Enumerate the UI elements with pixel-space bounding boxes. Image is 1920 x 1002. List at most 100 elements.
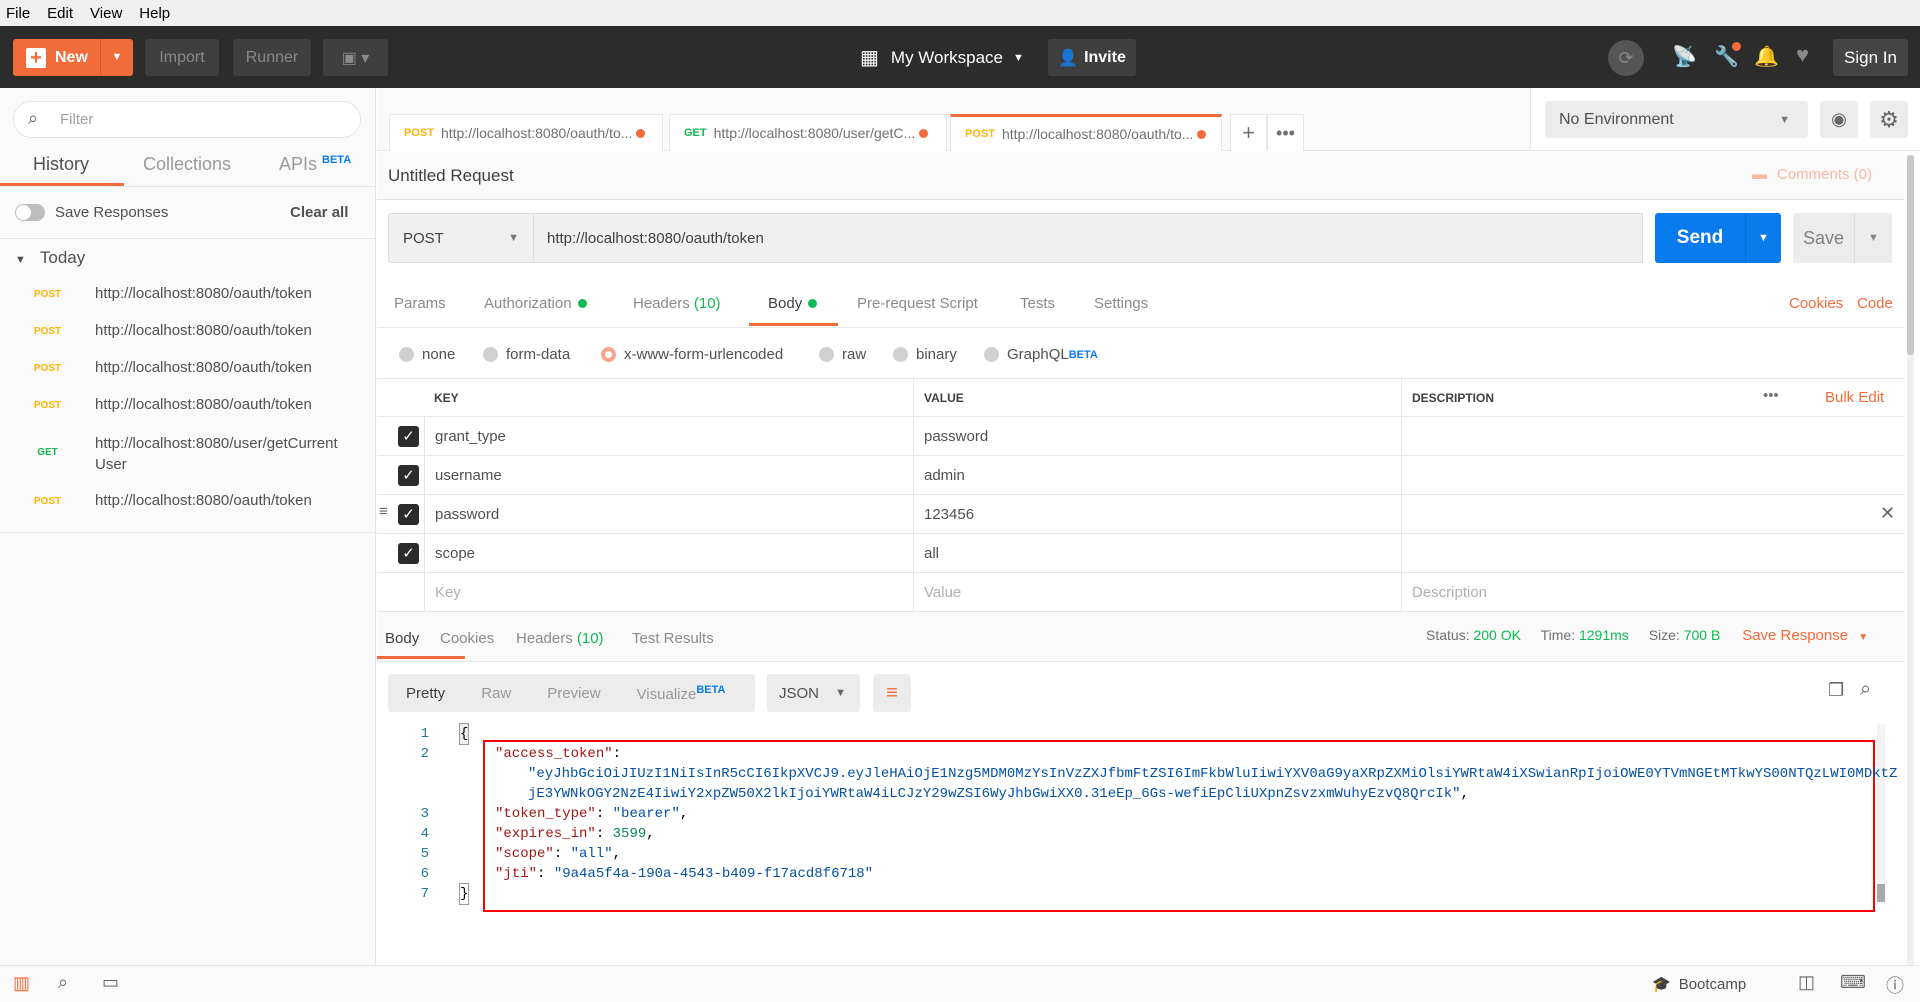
gear-icon[interactable]: ⚙ [1870, 101, 1908, 138]
tab-apis[interactable]: APIs BETA [279, 154, 351, 175]
sign-in-button[interactable]: Sign In [1833, 39, 1908, 76]
scrollbar[interactable] [1907, 155, 1914, 965]
sidebar-toggle-icon[interactable]: ▥ [13, 973, 30, 994]
sidebar: ⌕ Filter History Collections APIs BETA S… [0, 88, 376, 965]
tab-body[interactable]: Body [768, 295, 818, 312]
comment-icon: ▬ [1752, 166, 1767, 183]
radio-form-data[interactable]: form-data [483, 346, 570, 363]
workspace-switcher[interactable]: ▦ My Workspace ▼ [860, 39, 1024, 76]
tab-authorization[interactable]: Authorization [484, 295, 587, 312]
tab-params[interactable]: Params [394, 295, 446, 312]
close-icon[interactable]: ✕ [1880, 503, 1895, 524]
save-responses-toggle[interactable] [15, 204, 45, 221]
send-options-button[interactable]: ▼ [1745, 213, 1781, 263]
environment-select[interactable]: No Environment ▼ [1545, 101, 1808, 138]
invite-button[interactable]: 👤 Invite [1048, 39, 1136, 76]
drag-handle-icon[interactable]: ≡ [379, 503, 388, 520]
menu-file[interactable]: File [6, 5, 30, 22]
view-visualize[interactable]: VisualizeBETA [637, 684, 726, 703]
search-icon[interactable]: ⌕ [1860, 678, 1871, 701]
heart-icon[interactable]: ♥ [1796, 42, 1809, 68]
copy-icon[interactable]: ❐ [1828, 680, 1844, 701]
response-tab-test-results[interactable]: Test Results [632, 630, 714, 647]
grid-icon: ▦ [860, 47, 879, 69]
keyboard-icon[interactable]: ⌨ [1840, 972, 1866, 993]
chevron-down-icon[interactable]: ▼ [100, 39, 133, 76]
more-tabs-button[interactable]: ••• [1267, 114, 1304, 151]
clear-all-button[interactable]: Clear all [290, 204, 348, 221]
new-button[interactable]: + New ▼ [13, 39, 133, 76]
request-tab[interactable]: POST http://localhost:8080/oauth/to... [389, 114, 663, 151]
tab-headers[interactable]: Headers (10) [633, 295, 721, 312]
request-tab[interactable]: GET http://localhost:8080/user/getC... [669, 114, 947, 151]
code-link[interactable]: Code [1857, 295, 1893, 312]
tab-prerequest-script[interactable]: Pre-request Script [857, 295, 978, 312]
new-window-button[interactable]: ▣ ▾ [323, 39, 388, 76]
menu-view[interactable]: View [90, 5, 122, 22]
view-pretty[interactable]: Pretty [406, 685, 445, 702]
code-line: 3 "token_type": "bearer", [420, 806, 689, 822]
view-raw[interactable]: Raw [481, 685, 511, 702]
tab-settings[interactable]: Settings [1094, 295, 1148, 312]
bulk-edit-link[interactable]: Bulk Edit [1825, 389, 1884, 406]
bootcamp-button[interactable]: 🎓 Bootcamp [1652, 975, 1746, 993]
two-pane-icon[interactable]: ◫ [1798, 972, 1815, 993]
comments-button[interactable]: ▬ Comments (0) [1752, 166, 1872, 183]
wrap-lines-icon[interactable]: ≡ [873, 674, 911, 712]
save-options-button[interactable]: ▼ [1854, 213, 1892, 263]
response-tab-body[interactable]: Body [385, 630, 419, 647]
more-icon[interactable]: ••• [1763, 387, 1779, 404]
runner-button[interactable]: Runner [233, 39, 311, 76]
history-item[interactable]: GET http://localhost:8080/user/getCurrent… [0, 433, 376, 475]
tab-history[interactable]: History [33, 154, 89, 175]
new-tab-button[interactable]: + [1230, 114, 1267, 151]
eye-icon[interactable]: ◉ [1820, 101, 1858, 138]
history-group-today[interactable]: ▼ Today [15, 248, 85, 268]
send-button[interactable]: Send [1655, 213, 1745, 263]
history-item[interactable]: POST http://localhost:8080/oauth/token [0, 322, 376, 339]
code-line: "eyJhbGciOiJIUzI1NiIsInR5cCI6IkpXVCJ9.ey… [528, 766, 1898, 782]
history-item[interactable]: POST http://localhost:8080/oauth/token [0, 492, 376, 509]
wrench-icon[interactable]: 🔧 [1714, 42, 1741, 69]
time-value: 1291ms [1578, 627, 1629, 643]
method-select[interactable]: POST ▼ [388, 213, 534, 263]
format-select[interactable]: JSON ▼ [767, 674, 860, 712]
checkbox[interactable]: ✓ [398, 465, 419, 486]
response-tab-cookies[interactable]: Cookies [440, 630, 494, 647]
sync-off-icon[interactable]: ⟳ [1608, 40, 1644, 76]
radio-x-www-form-urlencoded[interactable]: x-www-form-urlencoded [601, 346, 783, 363]
find-icon[interactable]: ⌕ [58, 972, 68, 993]
tab-tests[interactable]: Tests [1020, 295, 1055, 312]
radio-raw[interactable]: raw [819, 346, 866, 363]
response-tab-headers[interactable]: Headers (10) [516, 630, 604, 647]
radio-none[interactable]: none [399, 346, 455, 363]
save-response-button[interactable]: Save Response ▼ [1742, 627, 1868, 644]
view-preview[interactable]: Preview [547, 685, 600, 702]
checkbox[interactable]: ✓ [398, 426, 419, 447]
save-button[interactable]: Save [1793, 213, 1854, 263]
radio-binary[interactable]: binary [893, 346, 957, 363]
bell-icon[interactable]: 🔔 [1754, 44, 1779, 69]
filter-input[interactable]: ⌕ Filter [13, 101, 361, 138]
history-item[interactable]: POST http://localhost:8080/oauth/token [0, 359, 376, 376]
menu-help[interactable]: Help [139, 5, 170, 22]
satellite-icon[interactable]: 📡 [1672, 44, 1697, 69]
history-item[interactable]: POST http://localhost:8080/oauth/token [0, 396, 376, 413]
request-title[interactable]: Untitled Request [388, 166, 514, 186]
caret-down-icon: ▼ [835, 687, 846, 699]
tab-collections[interactable]: Collections [143, 154, 231, 175]
import-button[interactable]: Import [145, 39, 219, 76]
radio-graphql[interactable]: GraphQL BETA [984, 346, 1098, 363]
menu-edit[interactable]: Edit [47, 5, 73, 22]
console-icon[interactable]: ▭ [102, 972, 119, 993]
caret-down-icon: ▼ [1758, 232, 1769, 244]
history-item[interactable]: POST http://localhost:8080/oauth/token [0, 285, 376, 302]
url-input[interactable]: http://localhost:8080/oauth/token [533, 213, 1643, 263]
request-tab-active[interactable]: POST http://localhost:8080/oauth/to... [950, 114, 1222, 151]
help-icon[interactable]: ⓘ [1886, 972, 1904, 998]
cookies-link[interactable]: Cookies [1789, 295, 1843, 312]
table-header: KEY VALUE DESCRIPTION ••• Bulk Edit [377, 378, 1904, 417]
checkbox[interactable]: ✓ [398, 504, 419, 525]
checkbox[interactable]: ✓ [398, 543, 419, 564]
code-scrollbar[interactable] [1877, 724, 1885, 904]
